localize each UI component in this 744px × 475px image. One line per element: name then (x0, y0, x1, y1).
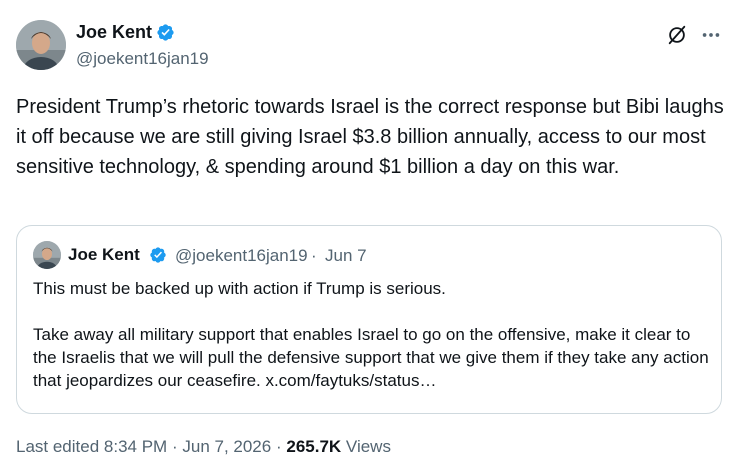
author-avatar[interactable] (16, 20, 66, 70)
views-label: Views (345, 437, 391, 456)
author-name[interactable]: Joe Kent (76, 22, 152, 43)
verified-badge-icon (157, 24, 174, 41)
author-handle[interactable]: @joekent16jan19 (76, 49, 209, 69)
tweet-metadata: Last edited 8:34 PM · Jun 7, 2026 · 265.… (16, 437, 391, 457)
quoted-paragraph: This must be backed up with action if Tr… (33, 279, 446, 298)
grok-icon[interactable] (666, 24, 688, 46)
tweet-text: President Trump’s rhetoric towards Israe… (16, 96, 724, 178)
quoted-meta-separator: · (311, 246, 317, 265)
quoted-author-name[interactable]: Joe Kent (68, 245, 140, 265)
edited-timestamp[interactable]: Last edited 8:34 PM (16, 437, 167, 456)
meta-separator: · (275, 437, 282, 456)
quoted-paragraph: Take away all military support that enab… (33, 325, 709, 390)
verified-badge-icon (150, 247, 166, 263)
quoted-author-handle[interactable]: @joekent16jan19 (175, 246, 308, 266)
tweet-date[interactable]: Jun 7, 2026 (182, 437, 271, 456)
meta-separator: · (171, 437, 178, 456)
quoted-date[interactable]: Jun 7 (325, 246, 367, 266)
more-options-icon[interactable] (700, 24, 722, 46)
tweet: Joe Kent @joekent16jan19 President Trump… (0, 0, 744, 475)
quoted-text: This must be backed up with action if Tr… (33, 277, 713, 392)
quoted-tweet[interactable]: Joe Kent @joekent16jan19 · Jun 7 This mu… (16, 225, 722, 414)
quoted-author-avatar[interactable] (33, 241, 61, 269)
views-count[interactable]: 265.7K (286, 437, 341, 456)
